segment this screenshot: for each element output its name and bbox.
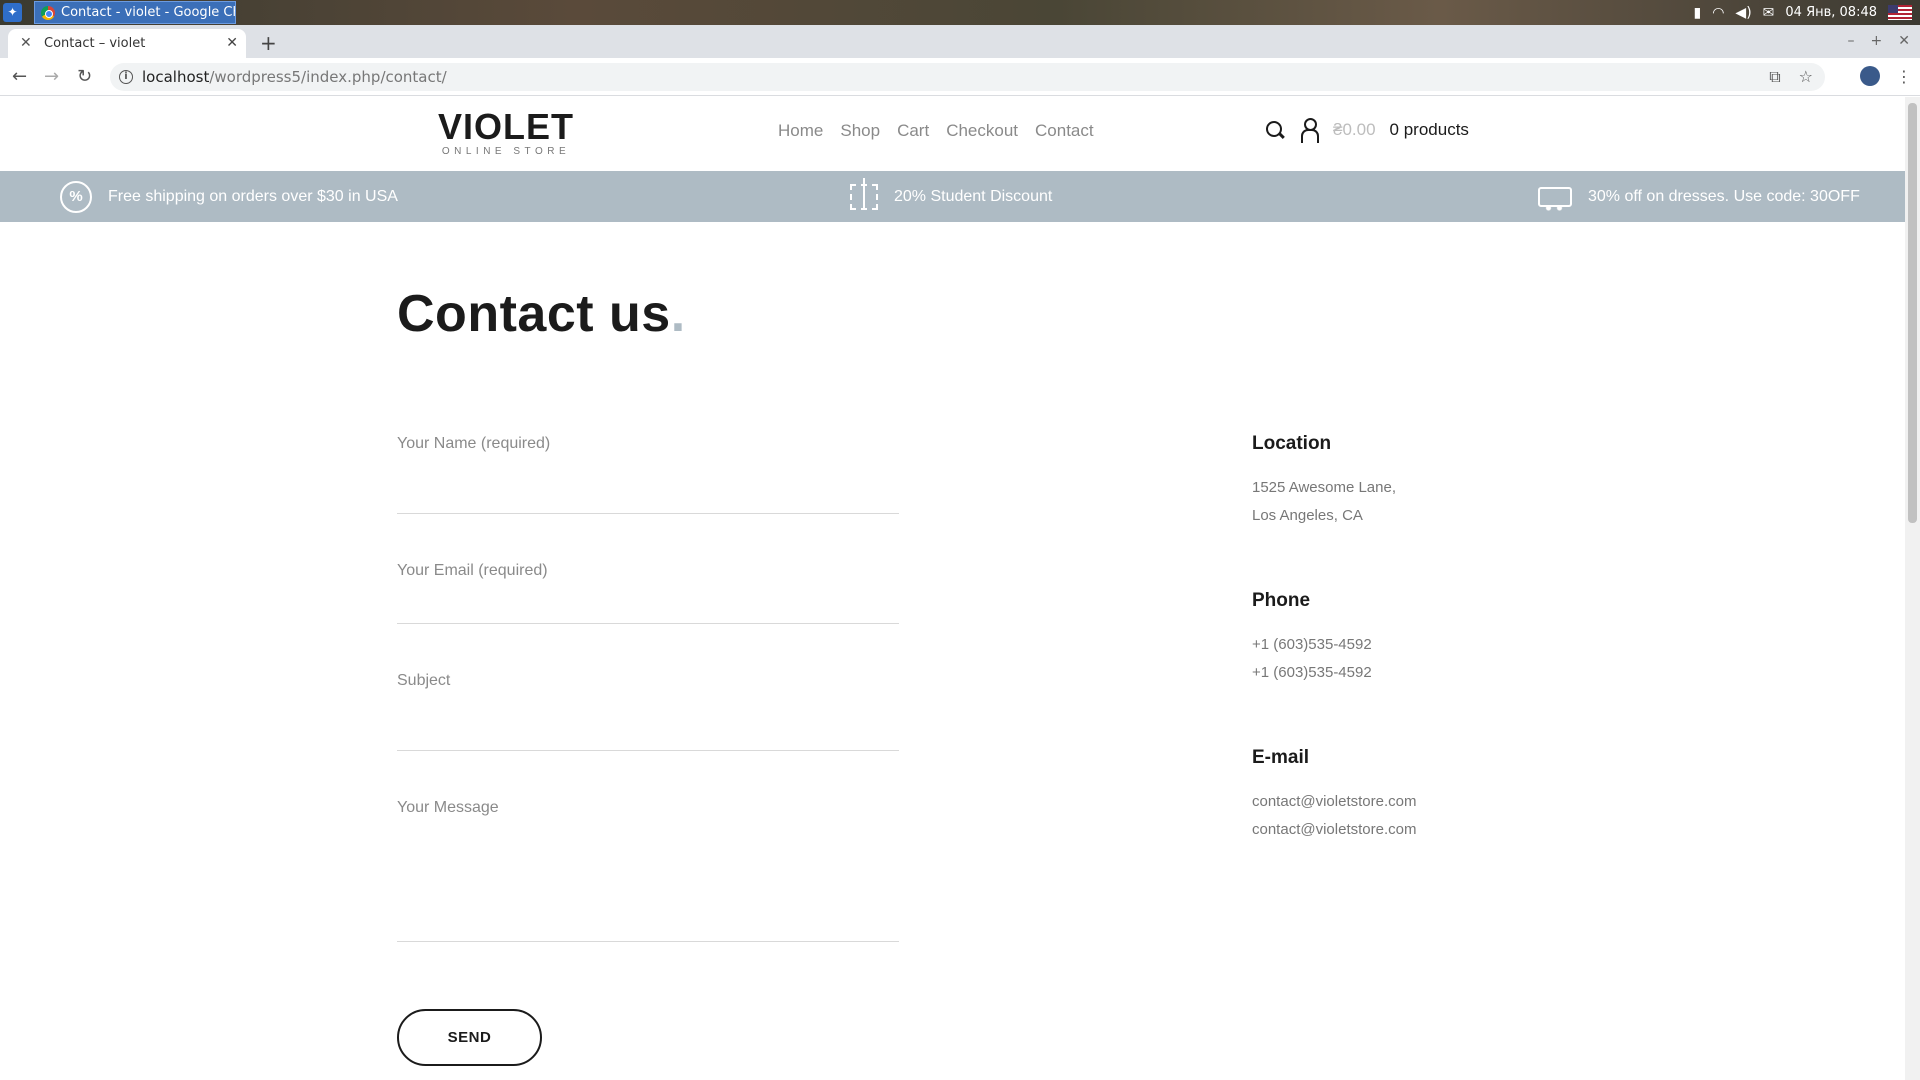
page-title-dot: . bbox=[670, 285, 686, 343]
clock[interactable]: 04 Янв, 08:48 bbox=[1785, 5, 1877, 20]
browser-tab-active[interactable]: ✕ Contact – violet ✕ bbox=[8, 29, 246, 58]
promo-item-student: 20% Student Discount bbox=[850, 171, 1052, 222]
logo-text: VIOLET bbox=[438, 106, 575, 147]
subject-label: Subject bbox=[397, 672, 451, 689]
logo-tagline: ONLINE STORE bbox=[441, 146, 571, 157]
start-menu-icon[interactable]: ✦ bbox=[3, 3, 22, 22]
phone-line[interactable]: +1 (603)535-4592 bbox=[1252, 631, 1372, 659]
site-header: VIOLET ONLINE STORE Home Shop Cart Check… bbox=[0, 97, 1905, 171]
gift-icon bbox=[850, 177, 878, 210]
email-line[interactable]: contact@violetstore.com bbox=[1252, 788, 1416, 816]
cart-total[interactable]: ₴0.00 bbox=[1333, 120, 1376, 140]
reload-icon[interactable]: ↻ bbox=[77, 64, 92, 90]
page-title-text: Contact us bbox=[397, 285, 671, 343]
maximize-icon[interactable]: + bbox=[1871, 29, 1883, 53]
site-info-icon[interactable]: i bbox=[119, 70, 133, 84]
forward-arrow-icon[interactable]: → bbox=[44, 64, 59, 90]
promo-text: 30% off on dresses. Use code: 30OFF bbox=[1588, 187, 1860, 205]
location-line: 1525 Awesome Lane, bbox=[1252, 479, 1397, 496]
message-textarea[interactable] bbox=[397, 817, 899, 935]
taskbar-window-title: Contact - violet - Google Chr... bbox=[61, 5, 235, 20]
new-tab-button[interactable]: + bbox=[260, 29, 277, 57]
location-heading: Location bbox=[1252, 433, 1332, 454]
email-field-group: Your Email (required) bbox=[397, 562, 899, 624]
nav-cart[interactable]: Cart bbox=[897, 121, 929, 141]
system-tray: ▮ ◠ ◀) ✉ 04 Янв, 08:48 bbox=[1693, 0, 1912, 25]
battery-icon[interactable]: ▮ bbox=[1693, 5, 1701, 21]
tab-title: Contact – violet bbox=[44, 36, 146, 51]
nav-shop[interactable]: Shop bbox=[840, 121, 880, 141]
page-title: Contact us. bbox=[397, 284, 686, 344]
keyboard-layout-flag-icon[interactable] bbox=[1888, 5, 1912, 20]
nav-checkout[interactable]: Checkout bbox=[946, 121, 1018, 141]
message-field-group: Your Message bbox=[397, 799, 899, 942]
minimize-icon[interactable]: – bbox=[1848, 29, 1855, 53]
promo-text: 20% Student Discount bbox=[894, 187, 1053, 205]
name-field-group: Your Name (required) bbox=[397, 435, 899, 514]
percent-badge-icon: % bbox=[60, 180, 92, 213]
main-navigation: Home Shop Cart Checkout Contact bbox=[778, 121, 1094, 141]
subject-field-group: Subject bbox=[397, 672, 899, 751]
toolbar-right: ⋮ bbox=[1860, 66, 1912, 86]
location-block: Location 1525 Awesome Lane, Los Angeles,… bbox=[1252, 433, 1396, 530]
url-path: /wordpress5/index.php/contact/ bbox=[209, 68, 447, 86]
window-controls: – + ✕ bbox=[1848, 29, 1910, 53]
promo-item-dresses: 30% off on dresses. Use code: 30OFF bbox=[1538, 171, 1860, 222]
nav-contact[interactable]: Contact bbox=[1035, 121, 1094, 141]
menu-kebab-icon[interactable]: ⋮ bbox=[1896, 67, 1912, 86]
promo-bar: % Free shipping on orders over $30 in US… bbox=[0, 171, 1905, 222]
profile-avatar[interactable] bbox=[1860, 66, 1880, 86]
promo-text: Free shipping on orders over $30 in USA bbox=[108, 187, 398, 205]
header-tools: ₴0.00 0 products bbox=[1265, 118, 1469, 143]
browser-toolbar: ← → ↻ i localhost/wordpress5/index.php/c… bbox=[0, 58, 1920, 96]
message-label: Your Message bbox=[397, 799, 499, 816]
email-line[interactable]: contact@violetstore.com bbox=[1252, 816, 1416, 844]
mail-icon[interactable]: ✉ bbox=[1763, 5, 1775, 21]
send-button[interactable]: SEND bbox=[397, 1009, 542, 1066]
page-scrollbar[interactable] bbox=[1905, 97, 1920, 1080]
close-window-icon[interactable]: ✕ bbox=[1898, 29, 1910, 53]
phone-block: Phone +1 (603)535-4592 +1 (603)535-4592 bbox=[1252, 590, 1372, 687]
email-block: E-mail contact@violetstore.com contact@v… bbox=[1252, 747, 1416, 844]
page-viewport: VIOLET ONLINE STORE Home Shop Cart Check… bbox=[0, 97, 1905, 1080]
back-arrow-icon[interactable]: ← bbox=[12, 64, 27, 90]
scrollbar-thumb[interactable] bbox=[1908, 103, 1917, 523]
cart-count[interactable]: 0 products bbox=[1390, 120, 1469, 140]
truck-icon bbox=[1538, 186, 1572, 211]
wifi-icon[interactable]: ◠ bbox=[1712, 5, 1724, 21]
search-icon[interactable] bbox=[1265, 120, 1285, 140]
subject-input[interactable] bbox=[397, 690, 899, 745]
location-line: Los Angeles, CA bbox=[1252, 507, 1363, 524]
bookmark-star-icon[interactable]: ☆ bbox=[1799, 63, 1813, 91]
account-icon[interactable] bbox=[1299, 118, 1319, 143]
nav-home[interactable]: Home bbox=[778, 121, 823, 141]
phone-heading: Phone bbox=[1252, 590, 1311, 611]
browser-tabstrip: ✕ Contact – violet ✕ + – + ✕ bbox=[0, 25, 1920, 58]
email-heading: E-mail bbox=[1252, 747, 1310, 768]
name-input[interactable] bbox=[397, 453, 899, 503]
taskbar-chrome-window[interactable]: Contact - violet - Google Chr... bbox=[34, 1, 236, 24]
name-label: Your Name (required) bbox=[397, 435, 551, 452]
chrome-icon bbox=[41, 6, 55, 20]
os-taskbar: ✦ Contact - violet - Google Chr... ▮ ◠ ◀… bbox=[0, 0, 1920, 25]
email-input[interactable] bbox=[397, 580, 899, 620]
url-host: localhost bbox=[142, 68, 210, 86]
email-label: Your Email (required) bbox=[397, 562, 548, 579]
site-logo[interactable]: VIOLET ONLINE STORE bbox=[438, 109, 574, 158]
volume-icon[interactable]: ◀) bbox=[1735, 5, 1751, 21]
address-bar[interactable]: i localhost/wordpress5/index.php/contact… bbox=[110, 63, 1825, 91]
phone-line[interactable]: +1 (603)535-4592 bbox=[1252, 659, 1372, 687]
site-favicon-icon: ✕ bbox=[20, 35, 32, 51]
translate-icon[interactable]: ⧉ bbox=[1769, 63, 1780, 91]
close-tab-icon[interactable]: ✕ bbox=[226, 29, 238, 58]
address-bar-actions: ⧉ ☆ bbox=[1769, 63, 1813, 91]
promo-item-shipping: % Free shipping on orders over $30 in US… bbox=[60, 171, 398, 222]
